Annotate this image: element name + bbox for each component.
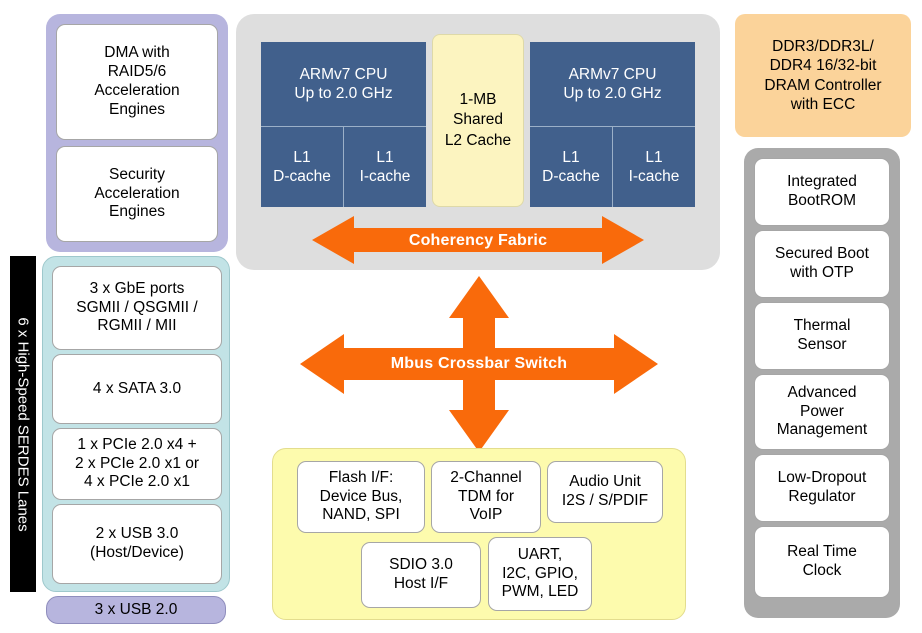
l2-cache-box[interactable]: 1-MB Shared L2 Cache — [432, 34, 524, 207]
cpu-core-0-title: ARMv7 CPU Up to 2.0 GHz — [261, 42, 426, 127]
system-box-thermal-sensor[interactable]: Thermal Sensor — [754, 302, 890, 370]
system-box-ldo-regulator[interactable]: Low-Dropout Regulator — [754, 454, 890, 522]
cpu-core-0-l1-dcache: L1 D-cache — [261, 127, 344, 207]
cpu-core-0-l1-icache: L1 I-cache — [359, 148, 411, 185]
cpu-core-0[interactable]: ARMv7 CPU Up to 2.0 GHz L1 D-cache L1 I-… — [261, 42, 426, 207]
system-box-power-management[interactable]: Advanced Power Management — [754, 374, 890, 450]
cpu-core-1[interactable]: ARMv7 CPU Up to 2.0 GHz L1 D-cache L1 I-… — [530, 42, 695, 207]
cpu-core-1-l1-icache: L1 I-cache — [628, 148, 680, 185]
peripheral-box-tdm[interactable]: 2-Channel TDM for VoIP — [431, 461, 541, 533]
accelerator-box-security[interactable]: Security Acceleration Engines — [56, 146, 218, 242]
peripheral-box-audio[interactable]: Audio Unit I2S / S/PDIF — [547, 461, 663, 523]
io-box-usb3[interactable]: 2 x USB 3.0 (Host/Device) — [52, 504, 222, 584]
cpu-complex-container: ARMv7 CPU Up to 2.0 GHz L1 D-cache L1 I-… — [236, 14, 720, 270]
io-box-sata[interactable]: 4 x SATA 3.0 — [52, 354, 222, 424]
system-box-bootrom[interactable]: Integrated BootROM — [754, 158, 890, 226]
usb2-box[interactable]: 3 x USB 2.0 — [46, 596, 226, 624]
accelerator-container: DMA with RAID5/6 Acceleration Engines Se… — [46, 14, 228, 252]
cpu-core-1-l1-dcache: L1 D-cache — [530, 127, 613, 207]
serdes-lanes-bar: 6 x High-Speed SERDES Lanes — [10, 256, 36, 592]
peripheral-box-sdio[interactable]: SDIO 3.0 Host I/F — [361, 542, 481, 608]
peripherals-container: Flash I/F: Device Bus, NAND, SPI 2-Chann… — [272, 448, 686, 620]
peripheral-box-uart[interactable]: UART, I2C, GPIO, PWM, LED — [488, 537, 592, 611]
serdes-lanes-label: 6 x High-Speed SERDES Lanes — [14, 316, 32, 532]
system-box-secured-boot[interactable]: Secured Boot with OTP — [754, 230, 890, 298]
cpu-core-1-title: ARMv7 CPU Up to 2.0 GHz — [530, 42, 695, 127]
soc-block-diagram: DMA with RAID5/6 Acceleration Engines Se… — [0, 0, 922, 633]
highspeed-io-container: 3 x GbE ports SGMII / QSGMII / RGMII / M… — [42, 256, 230, 592]
mbus-crossbar-label: Mbus Crossbar Switch — [390, 355, 568, 372]
io-box-pcie[interactable]: 1 x PCIe 2.0 x4 + 2 x PCIe 2.0 x1 or 4 x… — [52, 428, 222, 500]
io-box-gbe[interactable]: 3 x GbE ports SGMII / QSGMII / RGMII / M… — [52, 266, 222, 350]
coherency-fabric-label: Coherency Fabric — [408, 232, 548, 249]
accelerator-box-dma[interactable]: DMA with RAID5/6 Acceleration Engines — [56, 24, 218, 140]
system-blocks-container: Integrated BootROM Secured Boot with OTP… — [744, 148, 900, 618]
system-box-rtc[interactable]: Real Time Clock — [754, 526, 890, 598]
peripheral-box-flash[interactable]: Flash I/F: Device Bus, NAND, SPI — [297, 461, 425, 533]
dram-controller-box[interactable]: DDR3/DDR3L/ DDR4 16/32-bit DRAM Controll… — [735, 14, 911, 137]
